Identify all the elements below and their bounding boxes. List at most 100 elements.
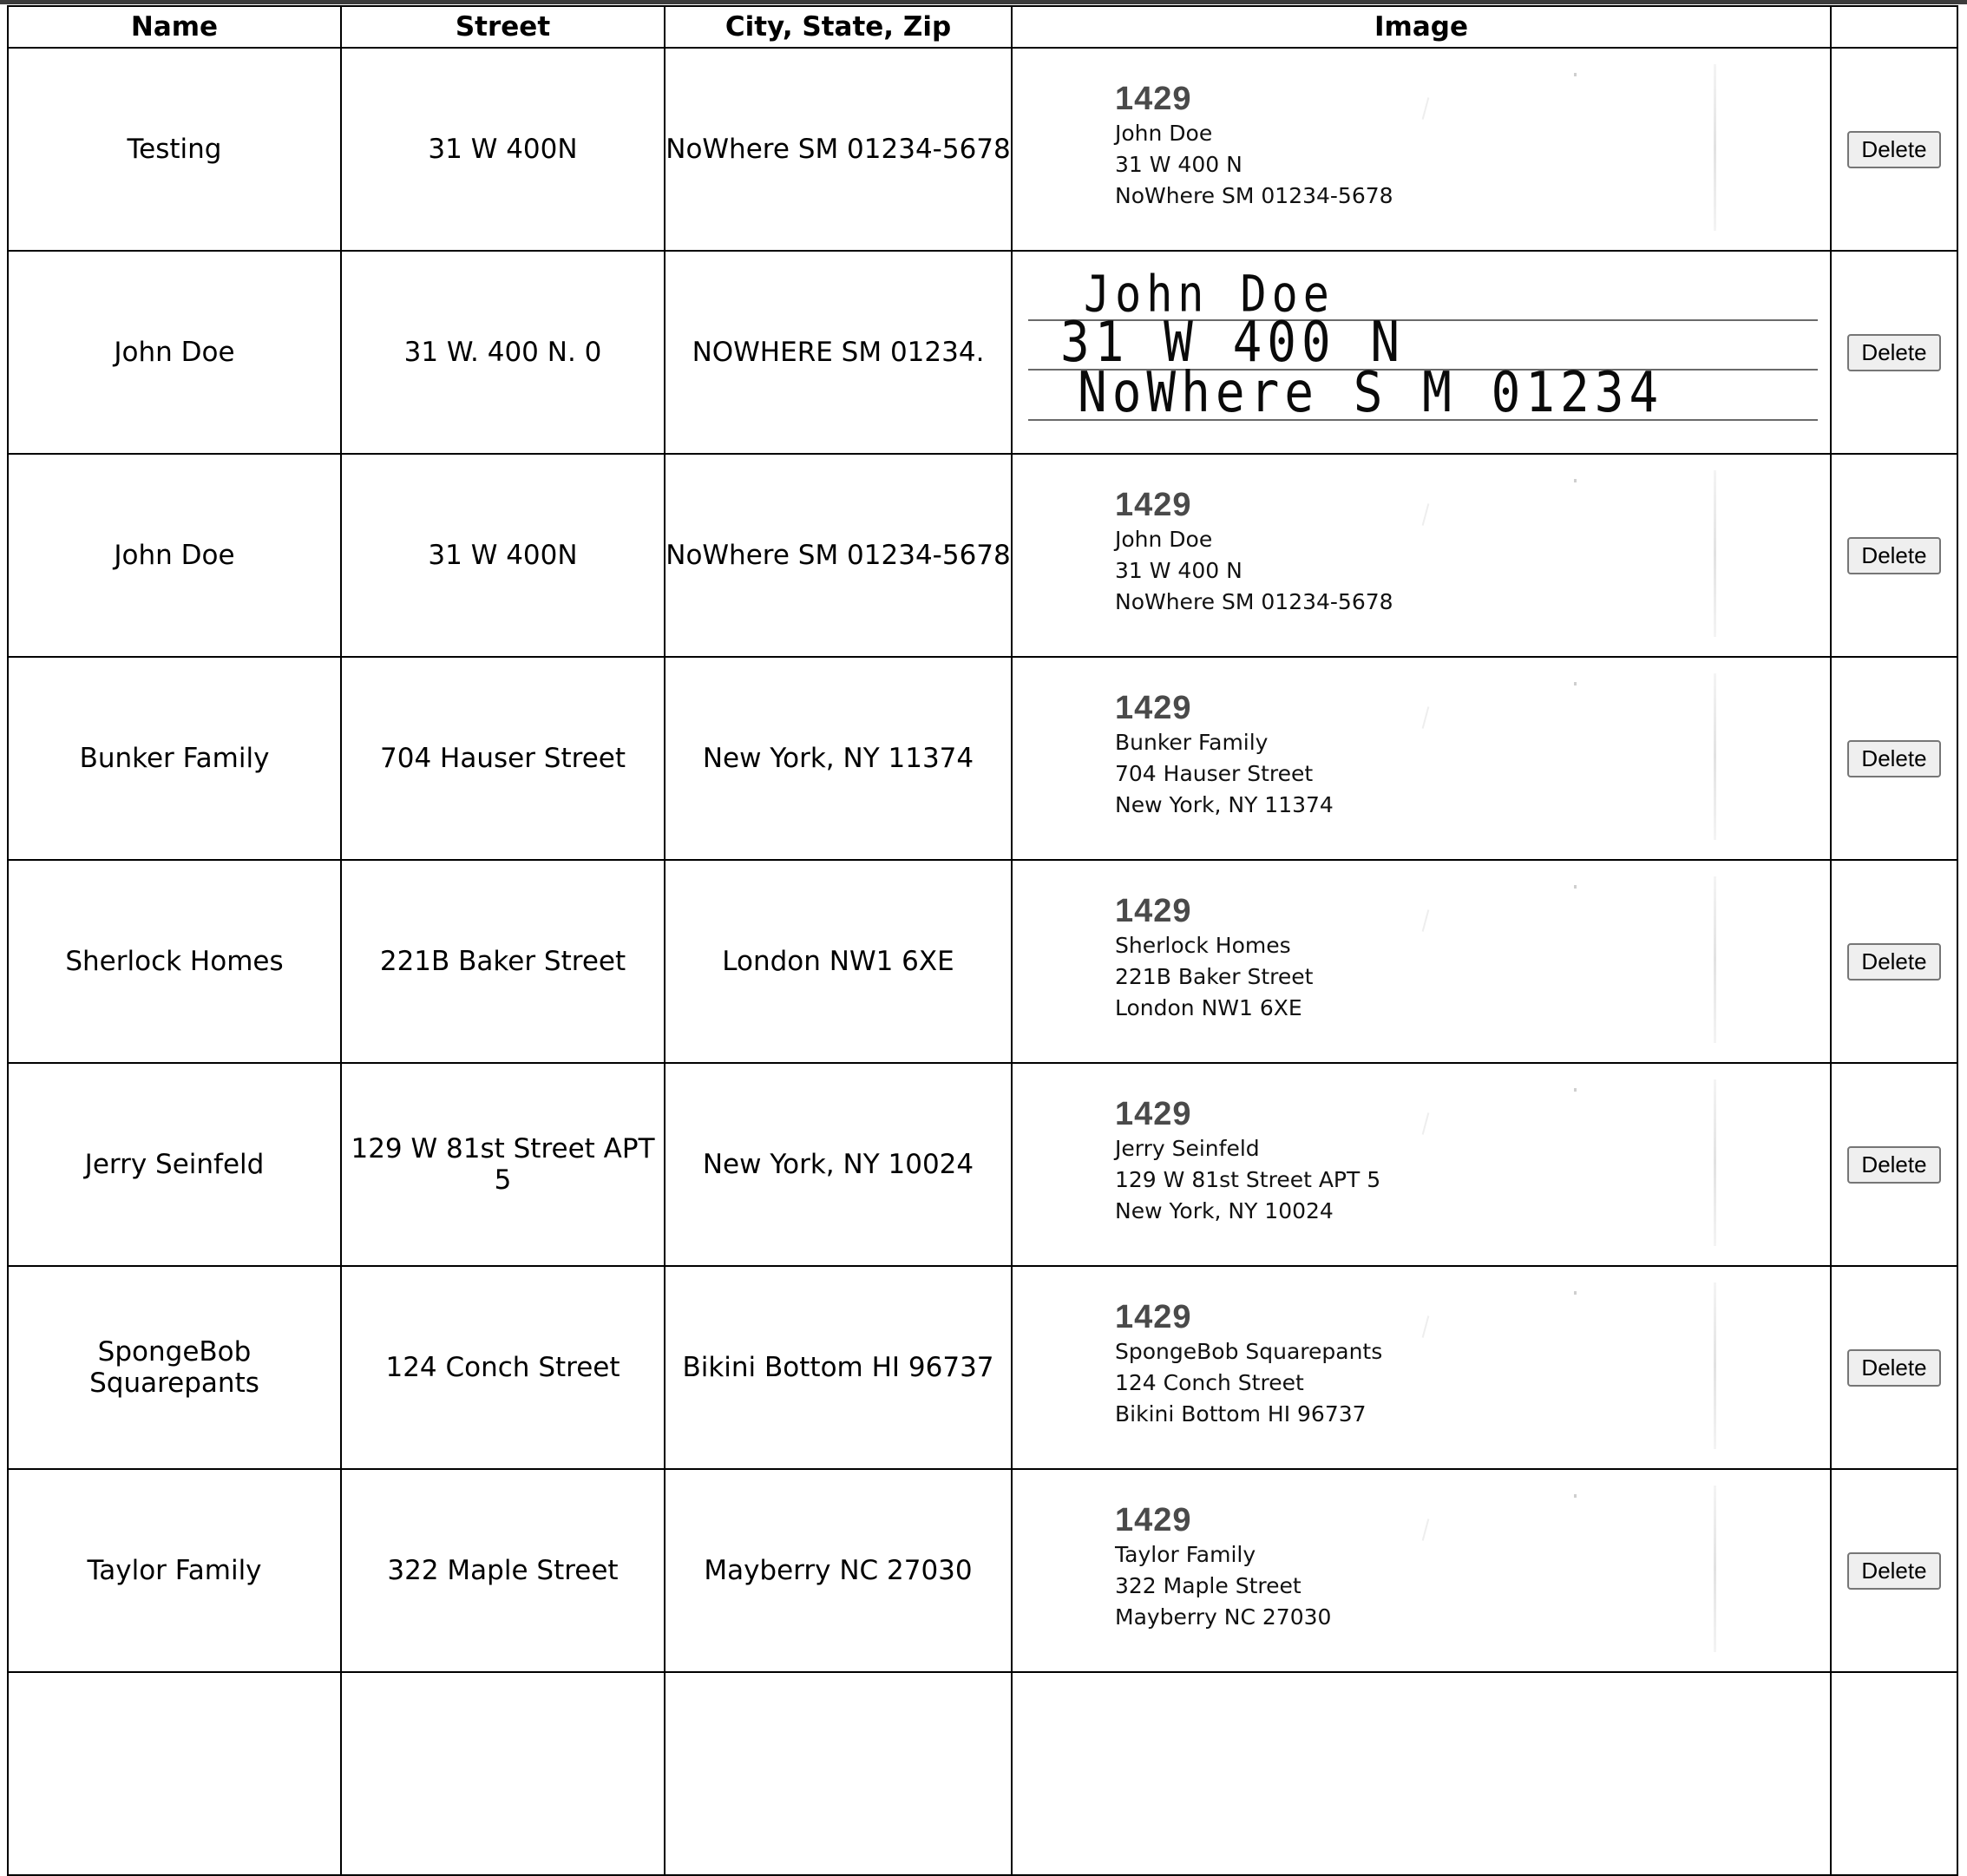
printed-address-line: New York, NY 10024 <box>1115 1198 1334 1223</box>
scan-artifact <box>1574 1291 1577 1295</box>
empty-cell <box>1011 1671 1832 1876</box>
street-cell: 124 Conch Street <box>340 1265 666 1470</box>
scan-artifact <box>1714 1486 1716 1652</box>
envelope-number: 1429 <box>1115 487 1192 523</box>
action-cell: Delete <box>1830 1265 1958 1470</box>
street-cell: 31 W 400N <box>340 453 666 658</box>
image-cell: 1429 SpongeBob Squarepants 124 Conch Stree… <box>1011 1265 1832 1470</box>
printed-address: 1429 SpongeBob Squarepants 124 Conch Stree… <box>1115 1298 1382 1430</box>
name-cell: SpongeBob Squarepants <box>7 1265 342 1470</box>
table-row-partial <box>7 1671 1958 1876</box>
printed-address: 1429 John Doe 31 W 400 N NoWhere SM 01234-5… <box>1115 80 1393 212</box>
table-row: John Doe 31 W. 400 N. 0 NOWHERE SM 01234… <box>7 250 1958 455</box>
printed-address-line: 31 W 400 N <box>1115 152 1242 177</box>
city-state-zip-cell: London NW1 6XE <box>664 859 1013 1064</box>
printed-address-line: John Doe <box>1115 121 1213 146</box>
scan-artifact <box>1574 1088 1577 1092</box>
column-header-city-state-zip: City, State, Zip <box>664 5 1013 49</box>
table-row: Taylor Family 322 Maple Street Mayberry … <box>7 1468 1958 1673</box>
scan-artifact <box>1574 479 1577 482</box>
printed-address-line: Bikini Bottom HI 96737 <box>1115 1401 1367 1427</box>
name-cell: Bunker Family <box>7 656 342 861</box>
scan-artifact <box>1714 1079 1716 1246</box>
handwritten-line: NoWhere S M 01234 <box>1078 360 1664 425</box>
action-cell: Delete <box>1830 453 1958 658</box>
table-row: Jerry Seinfeld 129 W 81st Street APT 5 N… <box>7 1062 1958 1267</box>
column-header-name: Name <box>7 5 342 49</box>
table-row: Sherlock Homes 221B Baker Street London … <box>7 859 1958 1064</box>
street-cell: 31 W. 400 N. 0 <box>340 250 666 455</box>
empty-cell <box>340 1671 666 1876</box>
address-image: 1429 John Doe 31 W 400 N NoWhere SM 01234-5… <box>1013 455 1830 656</box>
action-cell: Delete <box>1830 656 1958 861</box>
printed-address-line: 704 Hauser Street <box>1115 761 1314 786</box>
image-cell: 1429 John Doe 31 W 400 N NoWhere SM 01234-5… <box>1011 47 1832 252</box>
ruled-line <box>1028 419 1818 421</box>
printed-address-line: New York, NY 11374 <box>1115 792 1334 817</box>
scan-artifact <box>1574 682 1577 685</box>
scan-artifact <box>1574 885 1577 889</box>
scan-artifact <box>1714 876 1716 1043</box>
scan-artifact <box>1714 64 1716 231</box>
image-cell: 1429 Sherlock Homes 221B Baker Street Londo… <box>1011 859 1832 1064</box>
address-table: Name Street City, State, Zip Image Testi… <box>7 5 1958 1876</box>
action-cell: Delete <box>1830 250 1958 455</box>
empty-cell <box>664 1671 1013 1876</box>
delete-button[interactable]: Delete <box>1847 1551 1941 1590</box>
printed-address-line: SpongeBob Squarepants <box>1115 1339 1383 1364</box>
delete-button[interactable]: Delete <box>1847 333 1941 371</box>
printed-address-line: NoWhere SM 01234-5678 <box>1115 589 1393 614</box>
address-image: 1429 Sherlock Homes 221B Baker Street Londo… <box>1013 861 1830 1062</box>
table-row: John Doe 31 W 400N NoWhere SM 01234-5678… <box>7 453 1958 658</box>
delete-button[interactable]: Delete <box>1847 130 1941 168</box>
delete-button[interactable]: Delete <box>1847 536 1941 574</box>
column-header-image: Image <box>1011 5 1832 49</box>
city-state-zip-cell: Mayberry NC 27030 <box>664 1468 1013 1673</box>
column-header-street: Street <box>340 5 666 49</box>
printed-address-line: Jerry Seinfeld <box>1115 1136 1260 1161</box>
table-row: Bunker Family 704 Hauser Street New York… <box>7 656 1958 861</box>
name-cell: Sherlock Homes <box>7 859 342 1064</box>
city-state-zip-cell: NoWhere SM 01234-5678 <box>664 47 1013 252</box>
action-cell: Delete <box>1830 1062 1958 1267</box>
city-state-zip-cell: New York, NY 10024 <box>664 1062 1013 1267</box>
action-cell: Delete <box>1830 47 1958 252</box>
name-cell: Testing <box>7 47 342 252</box>
delete-button[interactable]: Delete <box>1847 942 1941 981</box>
envelope-number: 1429 <box>1115 893 1192 929</box>
printed-address-line: 322 Maple Street <box>1115 1573 1301 1598</box>
envelope-number: 1429 <box>1115 1502 1192 1538</box>
delete-button[interactable]: Delete <box>1847 1348 1941 1387</box>
city-state-zip-cell: Bikini Bottom HI 96737 <box>664 1265 1013 1470</box>
street-cell: 221B Baker Street <box>340 859 666 1064</box>
printed-address-line: 221B Baker Street <box>1115 964 1314 989</box>
image-cell: 1429 Bunker Family 704 Hauser Street New Yo… <box>1011 656 1832 861</box>
street-cell: 704 Hauser Street <box>340 656 666 861</box>
printed-address-line: Taylor Family <box>1115 1542 1256 1567</box>
address-image: 1429 John Doe 31 W 400 N NoWhere SM 01234-5… <box>1013 49 1830 250</box>
action-cell: Delete <box>1830 1468 1958 1673</box>
city-state-zip-cell: NOWHERE SM 01234. <box>664 250 1013 455</box>
printed-address-line: 31 W 400 N <box>1115 558 1242 583</box>
printed-address-line: Sherlock Homes <box>1115 933 1291 958</box>
envelope-number: 1429 <box>1115 1096 1192 1132</box>
printed-address-line: John Doe <box>1115 527 1213 552</box>
printed-address-line: 124 Conch Street <box>1115 1370 1304 1395</box>
printed-address-line: Bunker Family <box>1115 730 1269 755</box>
image-cell: 1429 Taylor Family 322 Maple Street Mayberr… <box>1011 1468 1832 1673</box>
scan-artifact <box>1574 1494 1577 1498</box>
address-image: 1429 Jerry Seinfeld 129 W 81st Street APT … <box>1013 1064 1830 1265</box>
envelope-number: 1429 <box>1115 1299 1192 1335</box>
printed-address-line: 129 W 81st Street APT 5 <box>1115 1167 1381 1192</box>
delete-button[interactable]: Delete <box>1847 739 1941 777</box>
city-state-zip-cell: New York, NY 11374 <box>664 656 1013 861</box>
printed-address: 1429 Sherlock Homes 221B Baker Street Londo… <box>1115 892 1313 1024</box>
table-row: SpongeBob Squarepants 124 Conch Street B… <box>7 1265 1958 1470</box>
scan-artifact <box>1714 1282 1716 1449</box>
delete-button[interactable]: Delete <box>1847 1145 1941 1184</box>
image-cell: John Doe 31 W 400 N NoWhere S M 01234 <box>1011 250 1832 455</box>
city-state-zip-cell: NoWhere SM 01234-5678 <box>664 453 1013 658</box>
action-cell: Delete <box>1830 859 1958 1064</box>
street-cell: 31 W 400N <box>340 47 666 252</box>
name-cell: John Doe <box>7 453 342 658</box>
